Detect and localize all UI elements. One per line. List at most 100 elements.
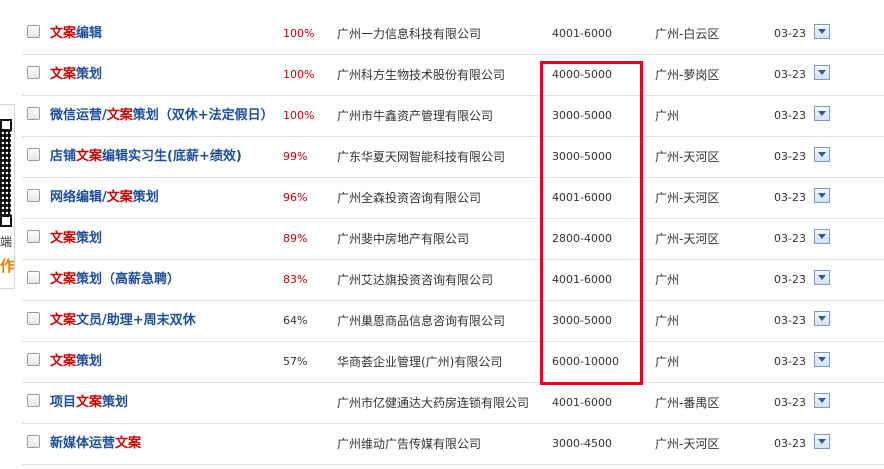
salary-range: 4001-6000 [552, 191, 612, 204]
table-row: 文案文员/助理+周末双休 64% 广州巢恩商品信息咨询有限公司 3000-500… [22, 301, 884, 342]
match-rate: 99% [283, 150, 308, 163]
job-title-link[interactable]: 文案策划 [50, 342, 102, 382]
job-location: 广州 [655, 355, 680, 369]
company-name[interactable]: 广东华夏天网智能科技有限公司 [337, 137, 505, 177]
table-row: 项目文案策划 广州市亿健通达大药房连锁有限公司 4001-6000 广州-番禺区… [22, 383, 884, 424]
chevron-down-icon[interactable] [814, 147, 830, 162]
qr-code-icon [0, 119, 11, 227]
side-panel-accent-text: 作 [0, 257, 15, 275]
chevron-down-icon[interactable] [814, 24, 830, 39]
row-checkbox[interactable] [27, 189, 40, 202]
job-title-link[interactable]: 文案编辑 [50, 14, 102, 54]
job-title-link[interactable]: 新媒体运营文案 [50, 424, 141, 464]
salary-range: 3000-4500 [552, 437, 612, 450]
post-date: 03-23 [774, 314, 806, 327]
table-row: 网络编辑/文案策划 96% 广州全森投资咨询有限公司 4001-6000 广州-… [22, 178, 884, 219]
chevron-down-icon[interactable] [814, 65, 830, 80]
row-checkbox[interactable] [27, 230, 40, 243]
match-rate: 64% [283, 314, 308, 327]
match-rate: 89% [283, 232, 308, 245]
post-date: 03-23 [774, 396, 806, 409]
chevron-down-icon[interactable] [814, 188, 830, 203]
post-date: 03-23 [774, 437, 806, 450]
job-location: 广州 [655, 273, 680, 287]
job-location: 广州-番禺区 [655, 396, 720, 410]
post-date: 03-23 [774, 68, 806, 81]
chevron-down-icon[interactable] [814, 229, 830, 244]
row-checkbox[interactable] [27, 25, 40, 38]
company-name[interactable]: 广州巢恩商品信息咨询有限公司 [337, 301, 505, 341]
post-date: 03-23 [774, 109, 806, 122]
job-location: 广州-天河区 [655, 150, 720, 164]
match-rate: 96% [283, 191, 308, 204]
company-name[interactable]: 广州科方生物技术股份有限公司 [337, 55, 505, 95]
salary-range: 4001-6000 [552, 396, 612, 409]
job-title-link[interactable]: 项目文案策划 [50, 383, 128, 423]
side-qr-panel[interactable]: 端 作 [0, 104, 15, 289]
chevron-down-icon[interactable] [814, 434, 830, 449]
company-name[interactable]: 广州市亿健通达大药房连锁有限公司 [337, 383, 529, 423]
job-title-link[interactable]: 文案策划 [50, 219, 102, 259]
job-location: 广州 [655, 314, 680, 328]
table-row: 文案编辑 100% 广州一力信息科技有限公司 4001-6000 广州-白云区 … [22, 14, 884, 55]
post-date: 03-23 [774, 232, 806, 245]
post-date: 03-23 [774, 355, 806, 368]
row-checkbox[interactable] [27, 107, 40, 120]
salary-range: 4000-5000 [552, 68, 612, 81]
row-checkbox[interactable] [27, 66, 40, 79]
salary-range: 3000-5000 [552, 150, 612, 163]
table-row: 店铺文案编辑实习生(底薪+绩效) 99% 广东华夏天网智能科技有限公司 3000… [22, 137, 884, 178]
job-location: 广州-天河区 [655, 191, 720, 205]
match-rate: 83% [283, 273, 308, 286]
post-date: 03-23 [774, 273, 806, 286]
qr-finder-bottom [0, 215, 12, 227]
job-location: 广州-萝岗区 [655, 68, 720, 82]
company-name[interactable]: 广州市牛鑫资产管理有限公司 [337, 96, 493, 136]
job-location: 广州 [655, 109, 680, 123]
salary-range: 4001-6000 [552, 273, 612, 286]
salary-range: 6000-10000 [552, 355, 619, 368]
row-checkbox[interactable] [27, 435, 40, 448]
table-row: 文案策划 57% 华商荟企业管理(广州)有限公司 6000-10000 广州 0… [22, 342, 884, 383]
match-rate: 100% [283, 27, 315, 40]
salary-range: 2800-4000 [552, 232, 612, 245]
row-checkbox[interactable] [27, 394, 40, 407]
job-title-link[interactable]: 店铺文案编辑实习生(底薪+绩效) [50, 137, 242, 177]
table-row: 微信运营/文案策划（双休+法定假日） 100% 广州市牛鑫资产管理有限公司 30… [22, 96, 884, 137]
table-row: 文案策划 89% 广州斐中房地产有限公司 2800-4000 广州-天河区 03… [22, 219, 884, 260]
post-date: 03-23 [774, 27, 806, 40]
company-name[interactable]: 广州全森投资咨询有限公司 [337, 178, 481, 218]
job-title-link[interactable]: 文案策划 [50, 55, 102, 95]
qr-finder-top [0, 119, 12, 131]
company-name[interactable]: 广州艾达旗投资咨询有限公司 [337, 260, 493, 300]
job-title-link[interactable]: 文案策划（高薪急聘） [50, 260, 180, 300]
table-row: 文案策划（高薪急聘） 83% 广州艾达旗投资咨询有限公司 4001-6000 广… [22, 260, 884, 301]
job-title-link[interactable]: 文案文员/助理+周末双休 [50, 301, 196, 341]
row-checkbox[interactable] [27, 271, 40, 284]
company-name[interactable]: 广州一力信息科技有限公司 [337, 14, 481, 54]
chevron-down-icon[interactable] [814, 352, 830, 367]
job-location: 广州-白云区 [655, 27, 720, 41]
row-checkbox[interactable] [27, 353, 40, 366]
chevron-down-icon[interactable] [814, 106, 830, 121]
job-title-link[interactable]: 网络编辑/文案策划 [50, 178, 159, 218]
match-rate: 57% [283, 355, 308, 368]
salary-range: 3000-5000 [552, 109, 612, 122]
company-name[interactable]: 华商荟企业管理(广州)有限公司 [337, 342, 502, 382]
row-checkbox[interactable] [27, 148, 40, 161]
chevron-down-icon[interactable] [814, 311, 830, 326]
chevron-down-icon[interactable] [814, 270, 830, 285]
chevron-down-icon[interactable] [814, 393, 830, 408]
job-title-link[interactable]: 微信运营/文案策划（双休+法定假日） [50, 96, 274, 136]
job-location: 广州-天河区 [655, 232, 720, 246]
company-name[interactable]: 广州维动广告传媒有限公司 [337, 424, 481, 464]
salary-range: 4001-6000 [552, 27, 612, 40]
row-checkbox[interactable] [27, 312, 40, 325]
table-row: 文案策划 100% 广州科方生物技术股份有限公司 4000-5000 广州-萝岗… [22, 55, 884, 96]
match-rate: 100% [283, 109, 315, 122]
salary-range: 3000-5000 [552, 314, 612, 327]
side-panel-text: 端 [0, 235, 13, 249]
post-date: 03-23 [774, 191, 806, 204]
table-row: 新媒体运营文案 广州维动广告传媒有限公司 3000-4500 广州-天河区 03… [22, 424, 884, 465]
company-name[interactable]: 广州斐中房地产有限公司 [337, 219, 469, 259]
